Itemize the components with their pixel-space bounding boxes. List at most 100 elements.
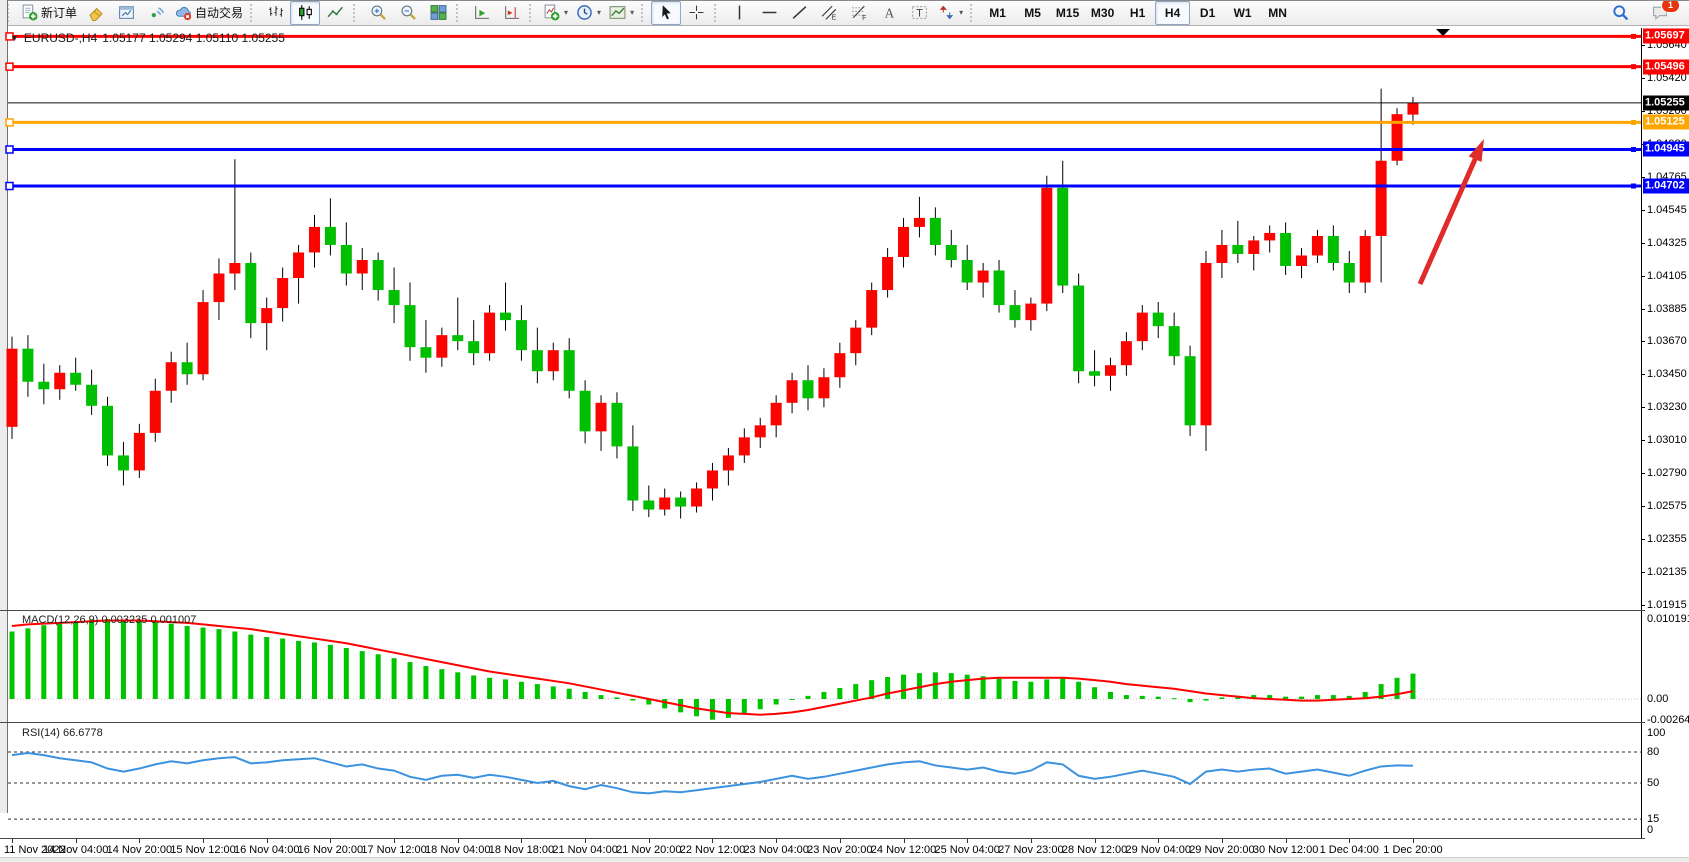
candle[interactable] (994, 271, 1005, 306)
candle[interactable] (1296, 255, 1307, 266)
candle[interactable] (436, 335, 447, 358)
candle[interactable] (277, 278, 288, 308)
candle[interactable] (1248, 240, 1259, 254)
candle[interactable] (261, 308, 272, 323)
candle[interactable] (357, 260, 368, 274)
line-anchor-marker[interactable] (6, 119, 13, 126)
candle[interactable] (229, 263, 240, 274)
candle[interactable] (22, 349, 33, 382)
candle[interactable] (389, 290, 400, 305)
candle[interactable] (1344, 263, 1355, 283)
trend-arrow-object[interactable] (1420, 154, 1478, 284)
line-anchor-marker[interactable] (1631, 120, 1636, 125)
candle[interactable] (1137, 313, 1148, 342)
candle[interactable] (1153, 313, 1164, 327)
line-anchor-marker[interactable] (1631, 34, 1636, 39)
candle[interactable] (898, 227, 909, 257)
candle[interactable] (1073, 286, 1084, 372)
candle[interactable] (818, 377, 829, 398)
candle[interactable] (198, 302, 209, 374)
candle[interactable] (182, 362, 193, 374)
candle[interactable] (7, 349, 18, 427)
candle[interactable] (1185, 356, 1196, 425)
candle[interactable] (373, 260, 384, 290)
candle[interactable] (978, 271, 989, 283)
candle[interactable] (627, 446, 638, 500)
candle[interactable] (309, 227, 320, 253)
candle[interactable] (1328, 236, 1339, 263)
candle[interactable] (596, 403, 607, 432)
line-anchor-marker[interactable] (1631, 64, 1636, 69)
candle[interactable] (532, 350, 543, 371)
candle[interactable] (946, 245, 957, 260)
candle[interactable] (1041, 188, 1052, 304)
candle[interactable] (834, 353, 845, 377)
candle[interactable] (54, 373, 65, 390)
line-anchor-marker[interactable] (6, 183, 13, 190)
candle[interactable] (882, 257, 893, 290)
candle[interactable] (771, 403, 782, 426)
candle[interactable] (452, 335, 463, 341)
candle[interactable] (166, 362, 177, 391)
candle[interactable] (1232, 245, 1243, 254)
candle[interactable] (134, 433, 145, 471)
candle[interactable] (1360, 236, 1371, 283)
candle[interactable] (1201, 263, 1212, 425)
candle[interactable] (468, 341, 479, 353)
candle[interactable] (70, 373, 81, 385)
candle[interactable] (1376, 161, 1387, 236)
candle[interactable] (102, 406, 113, 456)
candle[interactable] (420, 347, 431, 358)
candle[interactable] (564, 350, 575, 391)
candle[interactable] (1312, 236, 1323, 256)
candle[interactable] (1280, 233, 1291, 266)
candle[interactable] (1105, 365, 1116, 376)
candle[interactable] (341, 245, 352, 274)
candle[interactable] (803, 380, 814, 398)
candle[interactable] (930, 218, 941, 245)
candle[interactable] (1089, 371, 1100, 376)
candle[interactable] (150, 391, 161, 433)
candle[interactable] (1169, 326, 1180, 356)
candle[interactable] (86, 385, 97, 406)
symbol-marker-icon[interactable]: ▼ (10, 33, 19, 43)
candle[interactable] (1407, 103, 1418, 115)
candle[interactable] (962, 260, 973, 283)
candle[interactable] (866, 290, 877, 328)
candle[interactable] (707, 470, 718, 488)
candle[interactable] (675, 498, 686, 507)
candle[interactable] (691, 488, 702, 506)
candle[interactable] (787, 380, 798, 403)
candle[interactable] (325, 227, 336, 245)
candle[interactable] (484, 313, 495, 354)
candle[interactable] (1025, 304, 1036, 321)
candle[interactable] (516, 320, 527, 350)
candle[interactable] (405, 305, 416, 347)
candle[interactable] (1264, 233, 1275, 241)
candle[interactable] (739, 437, 750, 455)
candle[interactable] (1009, 305, 1020, 320)
candle[interactable] (755, 425, 766, 437)
candle[interactable] (580, 391, 591, 432)
candle[interactable] (38, 382, 49, 390)
candle[interactable] (500, 313, 511, 321)
candle[interactable] (245, 263, 256, 323)
chart-plot[interactable] (0, 0, 1689, 862)
candle[interactable] (293, 252, 304, 278)
candle[interactable] (659, 498, 670, 510)
line-anchor-marker[interactable] (1631, 147, 1636, 152)
candle[interactable] (850, 328, 861, 354)
candle[interactable] (1057, 188, 1068, 286)
line-anchor-marker[interactable] (1631, 184, 1636, 189)
candle[interactable] (643, 501, 654, 510)
candle[interactable] (914, 218, 925, 227)
candle[interactable] (118, 455, 129, 470)
candle[interactable] (723, 455, 734, 470)
line-anchor-marker[interactable] (6, 146, 13, 153)
candle[interactable] (1216, 245, 1227, 263)
candle[interactable] (548, 350, 559, 371)
candle[interactable] (1121, 341, 1132, 365)
candle[interactable] (213, 274, 224, 303)
candle[interactable] (611, 403, 622, 447)
line-anchor-marker[interactable] (6, 63, 13, 70)
